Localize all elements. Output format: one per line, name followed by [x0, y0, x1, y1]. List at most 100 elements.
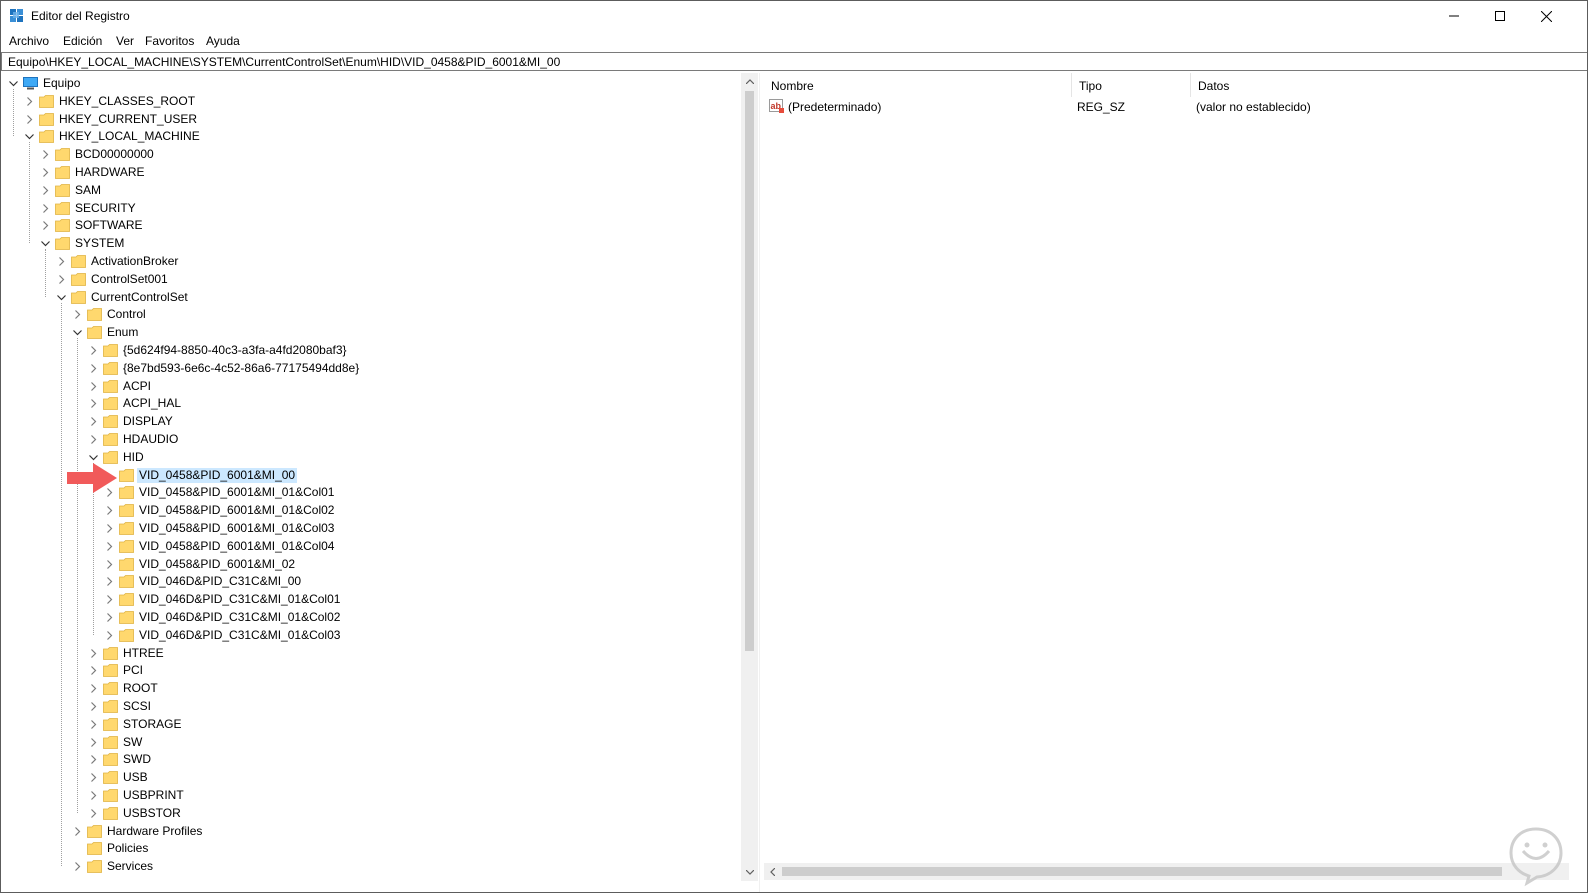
tree-item[interactable]: SECURITY [1, 199, 741, 217]
chevron-right-icon[interactable] [89, 737, 98, 747]
tree-item[interactable]: SAM [1, 181, 741, 199]
chevron-right-icon[interactable] [89, 417, 98, 427]
tree-item[interactable]: CurrentControlSet [1, 288, 741, 306]
chevron-right-icon[interactable] [57, 274, 66, 284]
tree-item[interactable]: VID_046D&PID_C31C&MI_01&Col01 [1, 590, 741, 608]
close-button[interactable] [1523, 1, 1569, 31]
chevron-right-icon[interactable] [41, 168, 50, 177]
chevron-right-icon[interactable] [89, 648, 98, 658]
chevron-right-icon[interactable] [73, 826, 82, 836]
chevron-right-icon[interactable] [89, 773, 98, 783]
chevron-right-icon[interactable] [41, 185, 50, 195]
chevron-right-icon[interactable] [105, 630, 114, 640]
chevron-right-icon[interactable] [105, 613, 114, 622]
chevron-right-icon[interactable] [89, 702, 98, 711]
tree-item[interactable]: USBSTOR [1, 804, 741, 822]
chevron-down-icon[interactable] [73, 328, 82, 337]
chevron-right-icon[interactable] [89, 808, 98, 818]
tree-item[interactable]: SCSI [1, 697, 741, 715]
chevron-down-icon[interactable] [25, 132, 34, 141]
tree-item[interactable]: Services [1, 857, 741, 875]
menu-ayuda[interactable]: Ayuda [206, 34, 240, 48]
list-scroll-thumb[interactable] [782, 867, 1502, 876]
tree-item[interactable]: VID_0458&PID_6001&MI_01&Col02 [1, 501, 741, 519]
tree-item[interactable]: Control [1, 305, 741, 323]
tree-vertical-scrollbar[interactable] [741, 73, 758, 881]
title-bar[interactable]: Editor del Registro [1, 1, 1587, 31]
scroll-left-button[interactable] [764, 863, 781, 880]
chevron-right-icon[interactable] [89, 399, 98, 409]
chevron-right-icon[interactable] [89, 346, 98, 355]
menu-archivo[interactable]: Archivo [9, 34, 49, 48]
chevron-right-icon[interactable] [89, 381, 98, 391]
tree-item[interactable]: VID_046D&PID_C31C&MI_00 [1, 572, 741, 590]
tree-item[interactable]: Equipo [1, 74, 741, 92]
tree-item[interactable]: VID_046D&PID_C31C&MI_01&Col03 [1, 626, 741, 644]
scroll-up-button[interactable] [741, 73, 758, 90]
menu-favoritos[interactable]: Favoritos [145, 34, 194, 48]
chevron-right-icon[interactable] [41, 221, 50, 231]
tree-item[interactable]: SYSTEM [1, 234, 741, 252]
tree-item[interactable]: {5d624f94-8850-40c3-a3fa-a4fd2080baf3} [1, 341, 741, 359]
tree-item[interactable]: ROOT [1, 679, 741, 697]
chevron-right-icon[interactable] [89, 791, 98, 800]
column-header-nombre[interactable]: Nombre [764, 73, 1072, 97]
tree-item[interactable]: HARDWARE [1, 163, 741, 181]
tree-item[interactable]: ACPI_HAL [1, 394, 741, 412]
menu-edicion[interactable]: Edición [63, 34, 102, 48]
scroll-down-button[interactable] [741, 864, 758, 881]
column-header-tipo[interactable]: Tipo [1072, 73, 1191, 97]
chevron-down-icon[interactable] [89, 453, 98, 462]
list-horizontal-scrollbar[interactable] [764, 863, 1569, 880]
tree-item[interactable]: HDAUDIO [1, 430, 741, 448]
values-list[interactable]: Nombre Tipo Datos ab (Predeterminado) RE… [764, 73, 1587, 892]
list-item[interactable]: ab (Predeterminado) REG_SZ (valor no est… [764, 97, 1587, 116]
tree-item[interactable]: VID_0458&PID_6001&MI_02 [1, 555, 741, 573]
chevron-right-icon[interactable] [105, 559, 114, 569]
tree-item[interactable]: USBPRINT [1, 786, 741, 804]
tree-item[interactable]: ActivationBroker [1, 252, 741, 270]
tree-item[interactable]: Policies [1, 839, 741, 857]
tree-item[interactable]: PCI [1, 661, 741, 679]
tree-item[interactable]: ACPI [1, 377, 741, 395]
chevron-down-icon[interactable] [57, 293, 66, 302]
address-bar[interactable]: Equipo\HKEY_LOCAL_MACHINE\SYSTEM\Current… [1, 52, 1587, 71]
tree-item[interactable]: SW [1, 733, 741, 751]
tree-item[interactable]: STORAGE [1, 715, 741, 733]
tree-item[interactable]: BCD00000000 [1, 145, 741, 163]
chevron-right-icon[interactable] [25, 114, 34, 124]
chevron-right-icon[interactable] [105, 524, 114, 533]
tree-scroll-thumb[interactable] [745, 91, 754, 651]
chevron-right-icon[interactable] [89, 755, 98, 765]
chevron-right-icon[interactable] [41, 203, 50, 213]
chevron-right-icon[interactable] [105, 506, 114, 516]
tree-item[interactable]: SWD [1, 750, 741, 768]
tree-item[interactable]: HKEY_CLASSES_ROOT [1, 92, 741, 110]
chevron-right-icon[interactable] [41, 150, 50, 160]
chevron-right-icon[interactable] [105, 595, 114, 605]
chevron-right-icon[interactable] [105, 577, 114, 587]
chevron-down-icon[interactable] [41, 239, 50, 248]
tree-item[interactable]: HTREE [1, 644, 741, 662]
tree-item[interactable]: USB [1, 768, 741, 786]
column-header-datos[interactable]: Datos [1191, 73, 1587, 97]
tree-item[interactable]: HKEY_LOCAL_MACHINE [1, 127, 741, 145]
tree-item[interactable]: {8e7bd593-6e6c-4c52-86a6-77175494dd8e} [1, 359, 741, 377]
tree-item[interactable]: HKEY_CURRENT_USER [1, 110, 741, 128]
tree-item[interactable]: VID_0458&PID_6001&MI_01&Col03 [1, 519, 741, 537]
tree-item[interactable]: ControlSet001 [1, 270, 741, 288]
tree-item[interactable]: Enum [1, 323, 741, 341]
tree-item[interactable]: VID_046D&PID_C31C&MI_01&Col02 [1, 608, 741, 626]
chevron-right-icon[interactable] [89, 363, 98, 373]
chevron-right-icon[interactable] [73, 862, 82, 872]
chevron-right-icon[interactable] [105, 541, 114, 551]
tree-item[interactable]: Hardware Profiles [1, 822, 741, 840]
chevron-right-icon[interactable] [89, 666, 98, 676]
tree-item[interactable]: VID_0458&PID_6001&MI_01&Col04 [1, 537, 741, 555]
tree-item[interactable]: SOFTWARE [1, 216, 741, 234]
chevron-right-icon[interactable] [25, 96, 34, 106]
chevron-right-icon[interactable] [89, 435, 98, 444]
minimize-button[interactable] [1431, 1, 1477, 31]
chevron-right-icon[interactable] [57, 257, 66, 266]
chevron-down-icon[interactable] [9, 79, 18, 88]
